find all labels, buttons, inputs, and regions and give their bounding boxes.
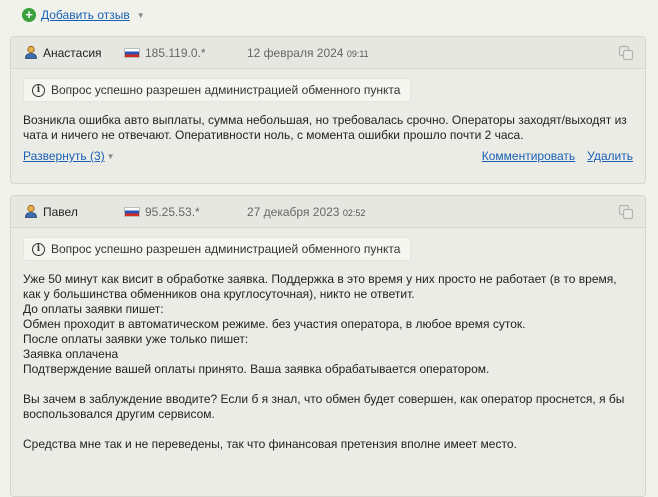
review-line: До оплаты заявки пишет: <box>23 302 164 316</box>
review-author: Анастасия <box>43 46 102 60</box>
review-time: 09:11 <box>346 49 369 59</box>
review-ip: 95.25.53.* <box>145 205 200 219</box>
review-actions: Развернуть (3) ▼ Комментировать Удалить <box>23 149 633 163</box>
review-date: 27 декабря 2023 02:52 <box>247 205 365 219</box>
review-line: Подтверждение вашей оплаты принято. Ваша… <box>23 362 490 376</box>
review-header: Анастасия 185.119.0.* 12 февраля 2024 09… <box>11 37 645 69</box>
russia-flag-icon <box>124 48 140 58</box>
review-date-text: 12 февраля 2024 <box>247 46 344 60</box>
review-line: Уже 50 минут как висит в обработке заявк… <box>23 272 617 301</box>
resolved-notice: i Вопрос успешно разрешен администрацией… <box>23 78 412 102</box>
review-line: Обмен проходит в автоматическом режиме. … <box>23 317 526 331</box>
resolved-notice-text: Вопрос успешно разрешен администрацией о… <box>51 83 401 97</box>
review-line: Заявка оплачена <box>23 347 119 361</box>
review-time: 02:52 <box>342 208 366 218</box>
review-text: Уже 50 минут как висит в обработке заявк… <box>23 272 633 452</box>
add-review-link[interactable]: Добавить отзыв <box>41 8 130 22</box>
review-paragraph: Вы зачем в заблуждение вводите? Если б я… <box>23 392 625 421</box>
user-icon <box>25 204 37 218</box>
russia-flag-icon <box>124 207 140 217</box>
chevron-down-icon[interactable]: ▼ <box>137 11 145 20</box>
review-date: 12 февраля 2024 09:11 <box>247 46 369 60</box>
review-text: Возникла ошибка авто выплаты, сумма небо… <box>23 113 633 143</box>
review-line: После оплаты заявки уже только пишет: <box>23 332 249 346</box>
review-body: i Вопрос успешно разрешен администрацией… <box>11 69 645 173</box>
plus-icon[interactable]: + <box>22 8 36 22</box>
user-icon <box>25 45 37 59</box>
add-review[interactable]: + Добавить отзыв ▼ <box>22 8 145 22</box>
copy-icon[interactable] <box>618 204 634 220</box>
copy-icon[interactable] <box>618 45 634 61</box>
resolved-notice-text: Вопрос успешно разрешен администрацией о… <box>51 242 401 256</box>
review-card: Павел 95.25.53.* 27 декабря 2023 02:52 i… <box>10 195 646 497</box>
review-paragraph: Возникла ошибка авто выплаты, сумма небо… <box>23 113 627 142</box>
review-card: Анастасия 185.119.0.* 12 февраля 2024 09… <box>10 36 646 184</box>
chevron-down-icon[interactable]: ▼ <box>107 152 115 161</box>
comment-link[interactable]: Комментировать <box>482 149 575 163</box>
info-icon: i <box>32 242 45 256</box>
review-header: Павел 95.25.53.* 27 декабря 2023 02:52 <box>11 196 645 228</box>
expand-link[interactable]: Развернуть (3) <box>23 149 105 163</box>
review-ip: 185.119.0.* <box>145 46 206 60</box>
review-date-text: 27 декабря 2023 <box>247 205 340 219</box>
info-icon: i <box>32 83 45 97</box>
resolved-notice: i Вопрос успешно разрешен администрацией… <box>23 237 412 261</box>
delete-link[interactable]: Удалить <box>587 149 633 163</box>
review-author: Павел <box>43 205 78 219</box>
review-paragraph: Средства мне так и не переведены, так чт… <box>23 437 517 451</box>
review-body: i Вопрос успешно разрешен администрацией… <box>11 228 645 462</box>
